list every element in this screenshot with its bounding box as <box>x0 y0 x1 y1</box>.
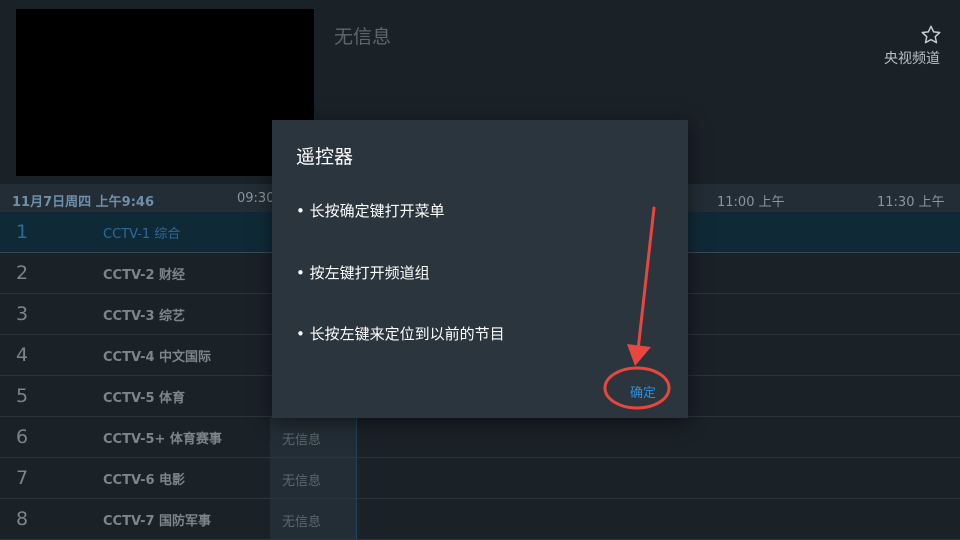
channel-number: 5 <box>16 385 29 407</box>
star-icon[interactable] <box>920 24 942 46</box>
channel-name: CCTV-5 体育 <box>103 391 186 406</box>
video-preview <box>16 9 314 176</box>
channel-number: 6 <box>16 426 29 448</box>
program-cell[interactable]: 无信息 <box>270 458 356 498</box>
dialog-tip: • 长按确定键打开菜单 <box>296 202 445 220</box>
channel-group-label[interactable]: 央视频道 <box>884 48 940 68</box>
channel-name: CCTV-1 综合 <box>103 227 181 242</box>
channel-name: CCTV-4 中文国际 <box>103 350 212 365</box>
channel-number: 8 <box>16 508 29 530</box>
program-info: 无信息 <box>334 26 392 48</box>
channel-name: CCTV-6 电影 <box>103 473 186 488</box>
channel-name: CCTV-7 国防军事 <box>103 514 212 529</box>
channel-name: CCTV-5+ 体育赛事 <box>103 432 222 447</box>
channel-name: CCTV-2 财经 <box>103 268 186 283</box>
channel-number: 4 <box>16 344 29 366</box>
time-slot: 09:30 <box>237 191 275 206</box>
current-date: 11月7日周四 上午9:46 <box>12 195 154 210</box>
channel-row[interactable]: 7 CCTV-6 电影 无信息 <box>0 458 960 499</box>
channel-number: 3 <box>16 303 29 325</box>
channel-number: 1 <box>16 221 29 243</box>
dialog-tip: • 长按左键来定位到以前的节目 <box>296 325 505 343</box>
program-title: 无信息 <box>282 474 322 489</box>
channel-number: 7 <box>16 467 29 489</box>
program-cell[interactable]: 无信息 <box>270 499 356 539</box>
channel-row[interactable]: 6 CCTV-5+ 体育赛事 无信息 <box>0 417 960 458</box>
program-cell[interactable]: 无信息 <box>270 417 356 457</box>
ok-button[interactable]: 确定 <box>630 382 656 401</box>
channel-number: 2 <box>16 262 29 284</box>
remote-control-dialog: 遥控器 • 长按确定键打开菜单 • 按左键打开频道组 • 长按左键来定位到以前的… <box>272 120 688 418</box>
dialog-tip: • 按左键打开频道组 <box>296 264 430 282</box>
channel-row[interactable]: 8 CCTV-7 国防军事 无信息 <box>0 499 960 540</box>
time-slot: 11:30 上午 <box>877 195 945 210</box>
program-title: 无信息 <box>282 515 322 530</box>
program-title: 无信息 <box>282 433 322 448</box>
dialog-title: 遥控器 <box>296 146 354 168</box>
time-slot: 11:00 上午 <box>717 195 785 210</box>
channel-name: CCTV-3 综艺 <box>103 309 186 324</box>
